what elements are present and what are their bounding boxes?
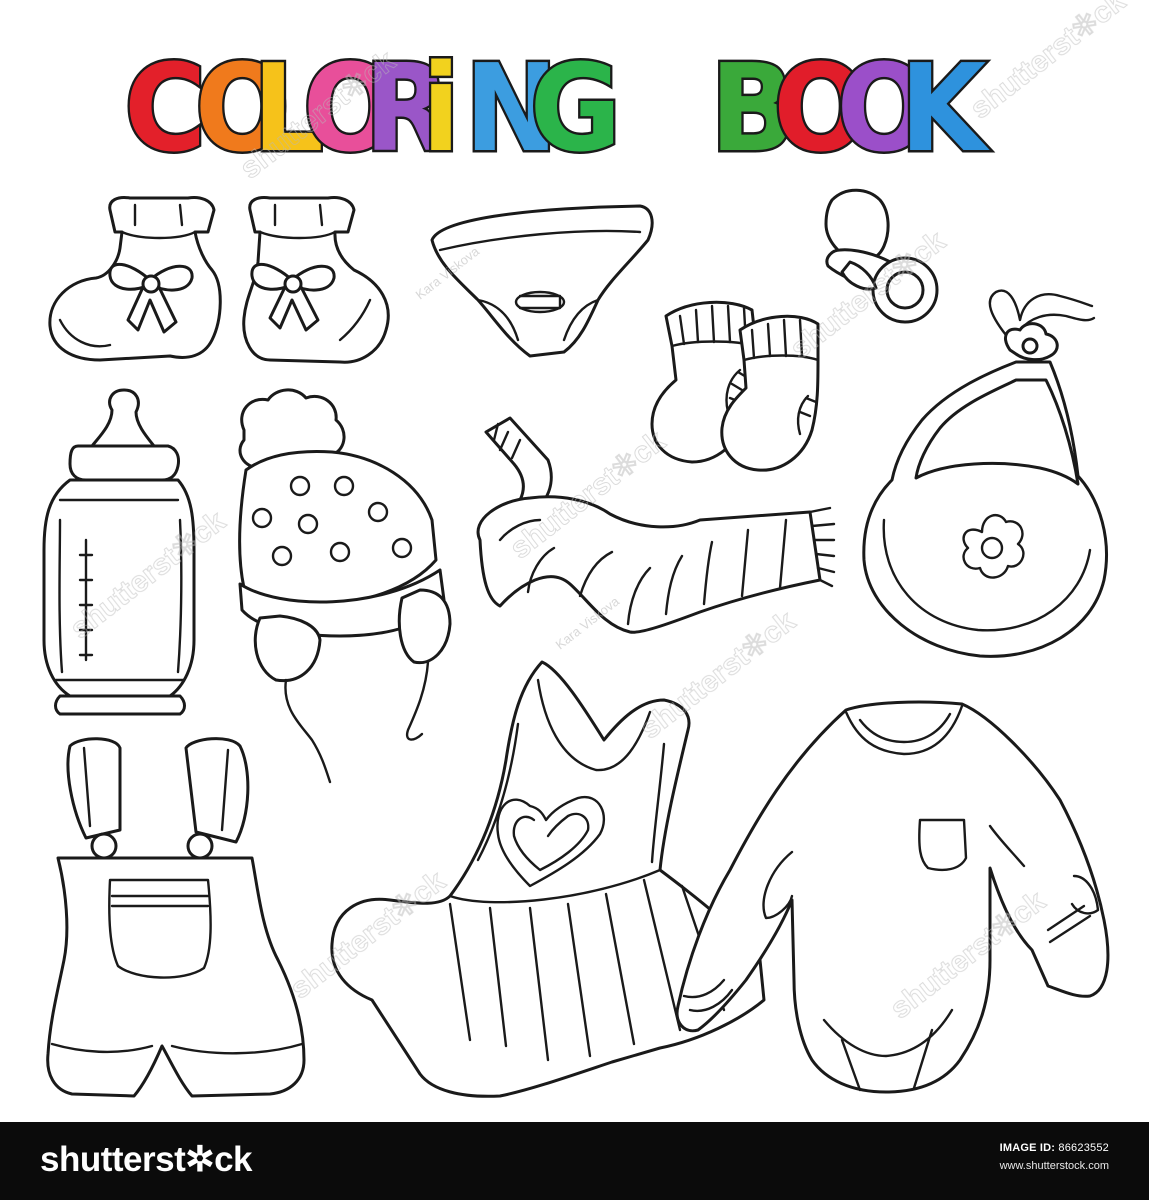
dress <box>330 660 766 1098</box>
title-letter: G <box>530 39 622 179</box>
pompom-hat <box>238 388 452 784</box>
image-meta: IMAGE ID: 86623552 www.shutterstock.com <box>1000 1142 1109 1172</box>
bib <box>862 289 1108 658</box>
coloring-page: COLORiNGBOOK shutterst✲ck shutterst✲ck s… <box>0 0 1149 1122</box>
knitted-socks <box>650 300 820 472</box>
title-letter: C <box>124 39 206 179</box>
bodysuit <box>675 700 1110 1094</box>
site-url[interactable]: www.shutterstock.com <box>1000 1160 1109 1172</box>
image-id: 86623552 <box>1058 1142 1109 1154</box>
baby-booties <box>48 196 390 364</box>
overalls <box>46 737 306 1098</box>
title-letter: i <box>422 39 460 179</box>
image-id-label: IMAGE ID: <box>999 1142 1056 1154</box>
watermark-text: shutterst✲ck <box>964 0 1132 126</box>
illustration: COLORi NG BOOK shutterst✲ckshutterst✲cks… <box>42 0 1132 1098</box>
stock-footer: shutterst✲ck IMAGE ID: 86623552 www.shut… <box>0 1122 1149 1200</box>
brand-logo[interactable]: shutterst✲ck <box>40 1140 253 1180</box>
diaper <box>430 204 654 358</box>
